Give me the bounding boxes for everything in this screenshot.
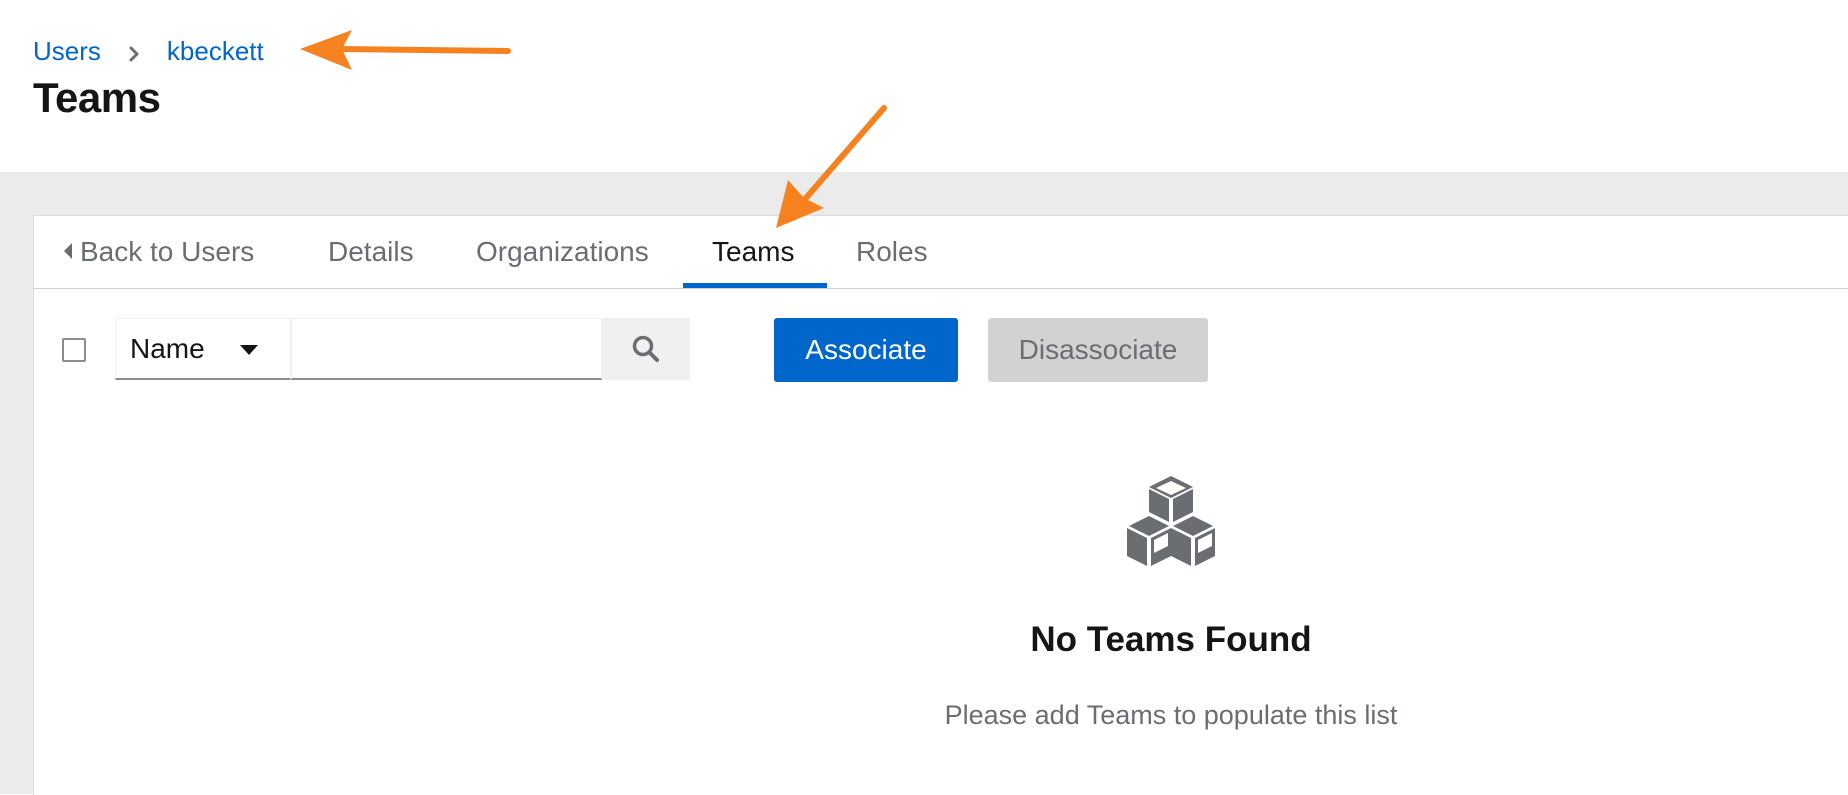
chevron-right-icon xyxy=(123,41,145,63)
filter-field-select[interactable]: Name xyxy=(115,318,291,380)
empty-state-body: Please add Teams to populate this list xyxy=(944,700,1398,730)
filter-field-label: Name xyxy=(130,332,205,364)
tab-label: Details xyxy=(328,236,414,267)
cubes-icon xyxy=(1127,476,1215,566)
page-header: Users kbeckett Teams xyxy=(0,0,1848,172)
tab-details[interactable]: Details xyxy=(328,216,414,288)
breadcrumb: Users kbeckett xyxy=(33,36,264,67)
search-input[interactable] xyxy=(291,318,602,380)
empty-state-title: No Teams Found xyxy=(1030,620,1312,659)
breadcrumb-link-users[interactable]: Users xyxy=(33,36,101,67)
tab-label: Organizations xyxy=(476,236,649,267)
breadcrumb-link-user[interactable]: kbeckett xyxy=(167,36,264,67)
tab-teams[interactable]: Teams xyxy=(712,216,794,288)
caret-down-icon xyxy=(240,345,258,355)
page-title: Teams xyxy=(33,74,161,121)
select-all-checkbox[interactable] xyxy=(62,338,86,362)
caret-left-icon xyxy=(64,242,72,259)
tab-back-label: Back to Users xyxy=(80,236,255,267)
tab-label: Roles xyxy=(856,236,928,267)
search-icon xyxy=(632,335,659,362)
associate-button[interactable]: Associate xyxy=(774,318,958,382)
tab-roles[interactable]: Roles xyxy=(856,216,928,288)
tab-bar: Back to Users Details Organizations Team… xyxy=(34,216,1848,289)
tab-organizations[interactable]: Organizations xyxy=(476,216,649,288)
active-tab-indicator xyxy=(683,283,827,288)
disassociate-button[interactable]: Disassociate xyxy=(988,318,1208,382)
search-button[interactable] xyxy=(602,318,690,380)
tab-label: Teams xyxy=(712,236,795,267)
content-card: Back to Users Details Organizations Team… xyxy=(33,215,1848,795)
tab-back-to-users[interactable]: Back to Users xyxy=(64,216,254,288)
